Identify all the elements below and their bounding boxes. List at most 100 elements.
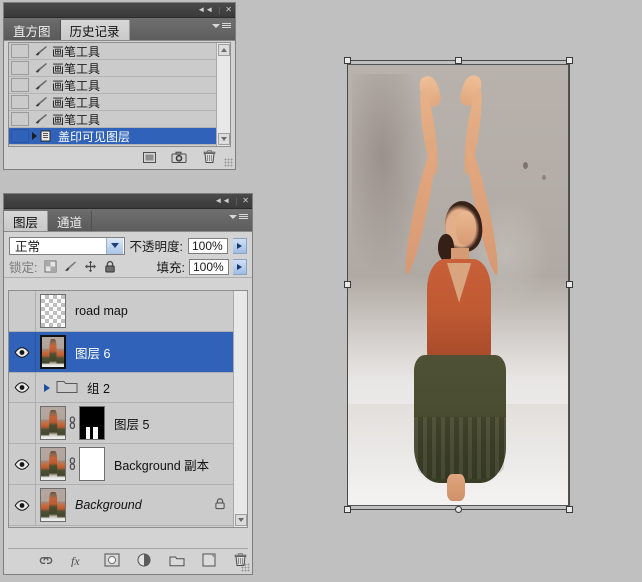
layer-thumbnail[interactable] <box>40 406 66 440</box>
transform-handle-bottom-left[interactable] <box>344 506 351 513</box>
history-item-selected[interactable]: 盖印可见图层 <box>9 128 216 145</box>
layer-thumbnail[interactable] <box>40 488 66 522</box>
history-panel-tabrow: 直方图 历史记录 <box>4 18 235 41</box>
eye-icon <box>14 458 30 470</box>
left-arm <box>400 144 441 277</box>
collapse-icon[interactable]: ◄◄ <box>214 197 230 205</box>
history-item[interactable]: 画笔工具 <box>9 43 216 60</box>
brush-icon <box>32 62 48 75</box>
layer-thumbnail[interactable] <box>40 447 66 481</box>
layer-name: 图层 5 <box>114 417 150 432</box>
transform-handle-top-left[interactable] <box>344 57 351 64</box>
blend-mode-select[interactable]: 正常 <box>9 236 125 255</box>
adjustment-layer-icon[interactable] <box>137 552 152 568</box>
new-document-icon[interactable] <box>141 149 157 165</box>
tab-layers[interactable]: 图层 <box>4 211 49 231</box>
snapshot-checkbox[interactable] <box>11 112 29 126</box>
delete-trash-icon[interactable] <box>201 149 217 165</box>
layer-thumbnail[interactable] <box>40 335 66 369</box>
group-expand-arrow-icon[interactable] <box>44 383 50 392</box>
close-icon[interactable]: ✕ <box>225 6 232 14</box>
history-item[interactable]: 画笔工具 <box>9 111 216 128</box>
new-group-icon[interactable] <box>169 552 185 568</box>
opacity-slider-arrow-icon[interactable] <box>233 237 247 254</box>
lock-transparent-pixels-icon[interactable] <box>43 260 57 274</box>
opacity-input[interactable]: 100% <box>188 237 228 254</box>
lock-label: 锁定: <box>9 261 38 275</box>
chevron-down-icon[interactable] <box>105 237 123 254</box>
panel-menu-icon[interactable] <box>212 23 231 28</box>
snapshot-checkbox[interactable] <box>11 61 29 75</box>
snapshot-camera-icon[interactable] <box>171 149 187 165</box>
layer-visibility-toggle[interactable] <box>9 373 36 402</box>
fill-input[interactable]: 100% <box>189 258 229 275</box>
tab-channels[interactable]: 通道 <box>48 211 93 231</box>
transform-handle-middle-left[interactable] <box>344 281 351 288</box>
snapshot-checkbox[interactable] <box>11 95 29 109</box>
tab-histogram[interactable]: 直方图 <box>4 20 61 40</box>
layer-name: 组 2 <box>87 382 110 396</box>
transform-handle-bottom-center[interactable] <box>455 506 462 513</box>
layers-panel-tabrow: 图层 通道 <box>4 209 252 232</box>
menu-lines-icon <box>239 214 248 219</box>
snapshot-checkbox[interactable] <box>11 44 29 58</box>
brush-icon <box>32 45 48 58</box>
layer-visibility-toggle[interactable] <box>9 291 36 331</box>
history-item[interactable]: 画笔工具 <box>9 94 216 111</box>
new-layer-icon[interactable] <box>202 552 217 568</box>
fill-group: 填充: 100% <box>157 257 247 276</box>
fill-label: 填充: <box>156 261 185 275</box>
layer-row[interactable]: Background 副本 <box>9 444 233 485</box>
link-layers-icon[interactable] <box>38 552 54 568</box>
layer-visibility-toggle[interactable] <box>9 403 36 443</box>
skirt-ruffles <box>414 417 507 479</box>
scroll-down-icon[interactable] <box>217 133 230 145</box>
snapshot-checkbox[interactable] <box>11 78 29 92</box>
resize-grip[interactable] <box>241 563 250 572</box>
canvas-area[interactable] <box>255 0 642 582</box>
document-image[interactable] <box>347 64 569 506</box>
link-mask-icon[interactable] <box>67 416 78 430</box>
snapshot-checkbox[interactable] <box>11 129 29 143</box>
resize-grip[interactable] <box>224 158 233 167</box>
layer-row[interactable]: road map <box>9 291 233 332</box>
transform-handle-top-center[interactable] <box>455 57 462 64</box>
scroll-down-icon[interactable] <box>234 514 247 526</box>
layer-visibility-toggle[interactable] <box>9 332 36 372</box>
transform-handle-middle-right[interactable] <box>566 281 573 288</box>
folder-icon <box>56 378 78 397</box>
layer-visibility-toggle[interactable] <box>9 444 36 484</box>
layer-mask-thumbnail[interactable] <box>79 406 105 440</box>
layer-mask-icon[interactable] <box>104 552 120 568</box>
layer-thumbnail[interactable] <box>40 294 66 328</box>
layer-mask-thumbnail[interactable] <box>79 447 105 481</box>
lock-image-pixels-icon[interactable] <box>63 260 77 274</box>
history-item[interactable]: 画笔工具 <box>9 77 216 94</box>
layers-scrollbar[interactable] <box>233 291 247 527</box>
fill-slider-arrow-icon[interactable] <box>233 258 247 275</box>
lock-all-icon[interactable] <box>103 260 117 274</box>
history-list: 画笔工具 画笔工具 画笔工具 画笔工具 画笔工具 盖印可见图层 <box>9 43 216 146</box>
chevron-down-icon <box>212 23 220 28</box>
history-item[interactable]: 画笔工具 <box>9 60 216 77</box>
history-item-label: 画笔工具 <box>52 95 101 110</box>
transform-handle-bottom-right[interactable] <box>566 506 573 513</box>
tab-history[interactable]: 历史记录 <box>60 20 130 40</box>
layer-row-selected[interactable]: 图层 6 <box>9 332 233 373</box>
history-scrollbar[interactable] <box>216 43 230 146</box>
scroll-up-icon[interactable] <box>217 44 230 56</box>
collapse-icon[interactable]: ◄◄ <box>197 6 213 14</box>
panel-menu-icon[interactable] <box>229 214 248 219</box>
layers-panel: ◄◄ | ✕ 图层 通道 正常 不透明度: 100% 锁定: 填充: 100% … <box>3 193 253 575</box>
link-mask-icon[interactable] <box>67 457 78 471</box>
layer-visibility-toggle[interactable] <box>9 485 36 525</box>
layer-row[interactable]: Background <box>9 485 233 526</box>
layer-style-fx-icon[interactable]: fx <box>71 552 87 568</box>
layer-group-row[interactable]: 组 2 <box>9 373 233 403</box>
lock-position-icon[interactable] <box>83 260 97 274</box>
transform-handle-top-right[interactable] <box>566 57 573 64</box>
history-item-label: 盖印可见图层 <box>58 129 131 144</box>
layer-row[interactable]: 图层 5 <box>9 403 233 444</box>
opacity-label: 不透明度: <box>129 240 183 254</box>
close-icon[interactable]: ✕ <box>242 197 249 205</box>
